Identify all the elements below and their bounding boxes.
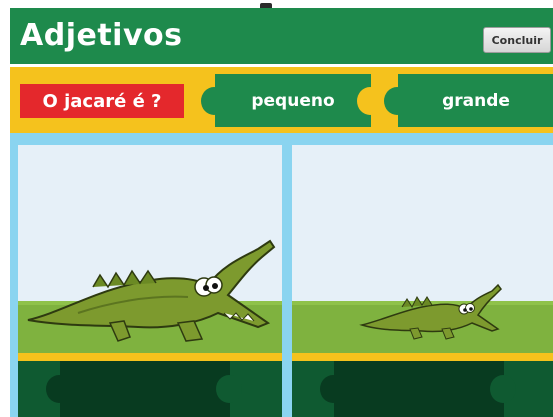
puzzle-knob — [201, 87, 227, 115]
answer-drop-slot[interactable] — [292, 361, 553, 417]
option-piece-grande[interactable]: grande — [384, 74, 553, 127]
big-crocodile-image — [27, 239, 276, 342]
slot-divider — [18, 353, 282, 361]
slot-divider — [292, 353, 553, 361]
option-piece-pequeno[interactable]: pequeno — [201, 74, 383, 127]
page-title: Adjetivos — [20, 18, 183, 53]
question-bar: O jacaré é ? pequeno grande — [10, 67, 553, 133]
question-label: O jacaré é ? — [20, 84, 184, 118]
slot-inner — [60, 361, 230, 417]
concluir-button[interactable]: Concluir — [483, 27, 551, 53]
puzzle-notch — [357, 87, 383, 115]
answer-drop-slot[interactable] — [18, 361, 282, 417]
play-area — [10, 133, 553, 417]
option-label: grande — [442, 90, 510, 111]
header-bar: Adjetivos Concluir — [10, 8, 553, 67]
small-crocodile-image — [359, 283, 502, 340]
option-label: pequeno — [251, 90, 335, 111]
card-small-crocodile — [292, 145, 553, 417]
puzzle-knob — [384, 87, 410, 115]
slot-inner — [334, 361, 504, 417]
slot-notch — [216, 375, 242, 403]
card-big-crocodile — [18, 145, 282, 417]
game-app: Adjetivos Concluir O jacaré é ? pequeno … — [10, 0, 553, 417]
slot-notch — [490, 375, 516, 403]
